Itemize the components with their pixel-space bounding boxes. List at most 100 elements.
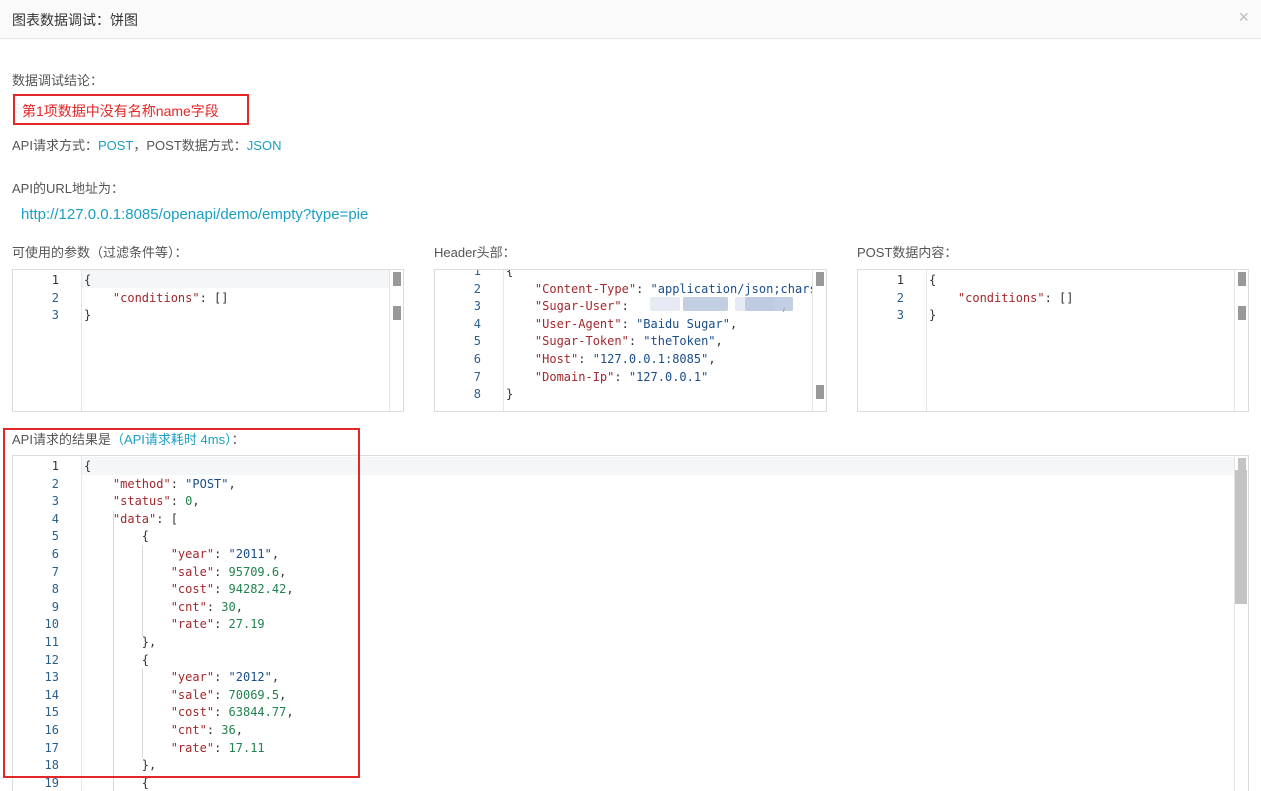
code-text: "Domain-Ip": "127.0.0.1" — [534, 369, 709, 384]
header-code-editor[interactable]: 1 {2 "Content-Type": "application/json;ch… — [434, 269, 827, 412]
line-number: 17 — [44, 740, 59, 755]
code-line: 12 { — [13, 651, 1248, 669]
post-label: POST数据内容： — [857, 245, 958, 260]
code-line: 8 "cost": 94282.42, — [13, 580, 1248, 598]
code-text: "conditions": [] — [112, 290, 229, 305]
code-line: 2 "conditions": [] — [858, 289, 1248, 307]
line-number: 7 — [51, 564, 59, 579]
params-label: 可使用的参数（过滤条件等）： — [12, 245, 188, 260]
scrollbar[interactable] — [1234, 456, 1248, 791]
code-line: 3} — [858, 306, 1248, 324]
line-number: 8 — [473, 387, 481, 402]
code-text: { — [506, 269, 514, 278]
line-number: 11 — [44, 635, 59, 649]
code-line: 1{ — [13, 271, 403, 289]
scrollbar[interactable] — [1234, 270, 1248, 411]
code-line: 6 "year": "2011", — [13, 545, 1248, 563]
code-text: { — [84, 529, 150, 544]
scrollbar-thumb[interactable] — [393, 272, 401, 286]
post-code-editor[interactable]: 1{2 "conditions": [] 3} — [857, 269, 1249, 412]
conclusion-message: 第1项数据中没有名称name字段 — [22, 103, 219, 119]
code-text: "Sugar-Token": "theToken", — [534, 334, 723, 349]
code-line: 7 "Domain-Ip": "127.0.0.1" — [435, 368, 826, 386]
code-line: 2 "Content-Type": "application/json;char… — [435, 280, 826, 298]
code-line: 1{ — [13, 457, 1248, 475]
code-text: "data": [ — [112, 511, 178, 526]
line-number: 3 — [473, 299, 481, 314]
code-line: 14 "sale": 70069.5, — [13, 686, 1248, 704]
code-text: "cnt": 30, — [170, 599, 243, 614]
result-code-editor[interactable]: 1{2 "method": "POST", 3 "status": 0, 4 "da… — [12, 455, 1249, 791]
code-text: }, — [84, 635, 157, 649]
code-text: "Host": "127.0.0.1:8085", — [534, 352, 716, 366]
line-number: 4 — [51, 511, 59, 526]
code-line: 16 "cnt": 36, — [13, 721, 1248, 739]
line-number: 18 — [44, 758, 59, 773]
scrollbar-thumb[interactable] — [816, 272, 824, 286]
result-label: API请求的结果是（API请求耗时 4ms）： — [12, 429, 245, 448]
line-number: 7 — [473, 369, 481, 384]
code-line: 3} — [13, 306, 403, 324]
conclusion-box: 第1项数据中没有名称name字段 — [13, 94, 249, 125]
line-number: 12 — [44, 652, 59, 667]
api-url-link[interactable]: http://127.0.0.1:8085/openapi/demo/empty… — [21, 206, 368, 223]
line-number: 13 — [44, 670, 59, 685]
code-text: "cost": 94282.42, — [170, 582, 294, 597]
code-text: } — [929, 308, 937, 323]
code-line: 13 "year": "2012", — [13, 668, 1248, 686]
redacted-value — [683, 297, 728, 311]
line-number: 2 — [51, 476, 59, 491]
line-number: 3 — [51, 308, 59, 323]
scrollbar-thumb[interactable] — [1238, 306, 1246, 320]
code-text: } — [84, 308, 92, 323]
code-line: 6 "Host": "127.0.0.1:8085", — [435, 350, 826, 368]
request-method-value: POST — [97, 138, 134, 153]
line-number: 1 — [51, 273, 59, 287]
post-type-value: JSON — [246, 138, 282, 153]
scrollbar[interactable] — [812, 270, 826, 411]
line-number: 2 — [473, 281, 481, 296]
url-label: API的URL地址为： — [12, 181, 124, 196]
line-number: 16 — [44, 723, 59, 737]
code-line: 19 { — [13, 774, 1248, 791]
scrollbar-thumb[interactable] — [816, 385, 824, 399]
close-icon[interactable]: × — [1238, 7, 1249, 27]
scrollbar-thumb[interactable] — [1235, 470, 1247, 604]
scrollbar-thumb[interactable] — [393, 306, 401, 320]
result-timing: （API请求耗时 4ms） — [110, 432, 232, 447]
result-label-prefix: API请求的结果是 — [12, 432, 111, 447]
code-text: "year": "2012", — [170, 670, 280, 685]
request-method-line: API请求方式：POST，POST数据方式：JSON — [12, 135, 281, 154]
code-text: { — [84, 273, 92, 287]
request-method-prefix: API请求方式： — [12, 138, 98, 153]
line-number: 2 — [51, 290, 59, 305]
header-label: Header头部： — [434, 245, 516, 260]
scrollbar-thumb[interactable] — [1238, 272, 1246, 286]
line-number: 1 — [896, 273, 904, 287]
line-number: 4 — [473, 316, 481, 331]
code-line: 1{ — [858, 271, 1248, 289]
code-text: "year": "2011", — [170, 547, 280, 561]
code-line: 3 "status": 0, — [13, 492, 1248, 510]
line-number: 2 — [896, 290, 904, 305]
code-text: "conditions": [] — [957, 290, 1074, 305]
line-number: 6 — [51, 547, 59, 561]
code-text: "rate": 27.19 — [170, 617, 265, 632]
line-number: 9 — [51, 599, 59, 614]
code-line: 10 "rate": 27.19 — [13, 615, 1248, 633]
code-text: "User-Agent": "Baidu Sugar", — [534, 316, 738, 331]
scrollbar[interactable] — [389, 270, 403, 411]
post-type-prefix: ，POST数据方式： — [133, 138, 247, 153]
params-code-editor[interactable]: 1{2 "conditions": [] 3} — [12, 269, 404, 412]
scrollbar-thumb[interactable] — [1238, 458, 1246, 470]
code-text: { — [84, 459, 92, 473]
code-line: 4 "data": [ — [13, 510, 1248, 528]
code-text: "rate": 17.11 — [170, 740, 265, 755]
line-number: 1 — [473, 269, 481, 278]
line-number: 10 — [44, 617, 59, 632]
code-text: "cnt": 36, — [170, 723, 243, 737]
line-number: 1 — [51, 459, 59, 473]
line-number: 6 — [473, 352, 481, 366]
code-text: "Content-Type": "application/json;charse… — [534, 281, 827, 296]
redacted-value — [650, 297, 680, 311]
